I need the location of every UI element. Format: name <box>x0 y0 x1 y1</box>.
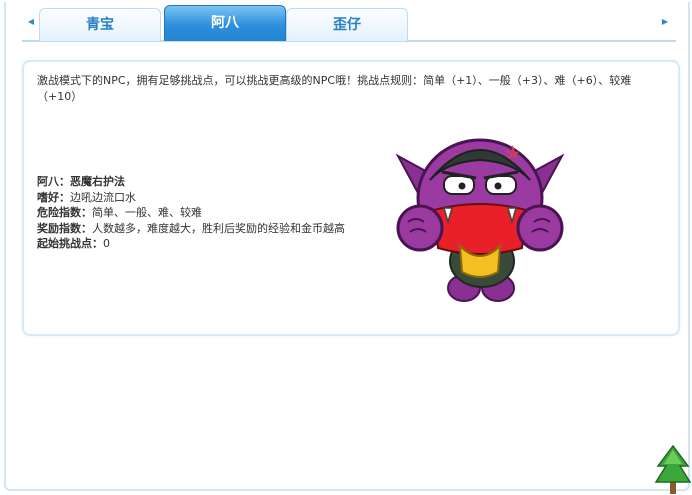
tab-waizai[interactable]: 歪仔 <box>286 8 408 41</box>
tab-bar: ◀ 青宝 阿八 歪仔 ▶ <box>22 4 676 42</box>
info-label: 危险指数： <box>37 206 92 219</box>
info-label: 起始挑战点： <box>37 237 103 250</box>
arrow-left-icon[interactable]: ◀ <box>26 17 36 27</box>
info-row-name: 阿八：恶魔右护法 <box>37 174 345 190</box>
arrow-right-icon[interactable]: ▶ <box>660 17 670 27</box>
npc-aba-illustration <box>395 138 565 302</box>
npc-info-panel: 激战模式下的NPC，拥有足够挑战点，可以挑战更高级的NPC哦！挑战点规则：简单（… <box>22 60 680 336</box>
info-value: 恶魔右护法 <box>70 175 125 188</box>
info-label: 奖励指数： <box>37 221 92 235</box>
tab-qingbao[interactable]: 青宝 <box>39 8 161 41</box>
info-value: 人数越多，难度越大，胜利后奖励的经验和金币越高 <box>92 221 345 235</box>
info-row-reward: 奖励指数：人数越多，难度越大，胜利后奖励的经验和金币越高 <box>37 221 345 237</box>
info-value: 简单、一般、难、较难 <box>92 206 202 219</box>
tree-icon <box>654 444 692 494</box>
tab-aba[interactable]: 阿八 <box>164 5 286 41</box>
info-row-hobby: 嗜好：边吼边流口水 <box>37 190 345 206</box>
npc-info-list: 阿八：恶魔右护法 嗜好：边吼边流口水 危险指数：简单、一般、难、较难 奖励指数：… <box>37 174 345 252</box>
info-label: 嗜好： <box>37 190 70 204</box>
info-row-danger: 危险指数：简单、一般、难、较难 <box>37 205 345 221</box>
info-value: 0 <box>103 237 110 250</box>
info-value: 边吼边流口水 <box>70 190 136 204</box>
info-label: 阿八： <box>37 175 70 188</box>
intro-text: 激战模式下的NPC，拥有足够挑战点，可以挑战更高级的NPC哦！挑战点规则：简单（… <box>37 74 632 103</box>
info-row-start-points: 起始挑战点：0 <box>37 236 345 252</box>
